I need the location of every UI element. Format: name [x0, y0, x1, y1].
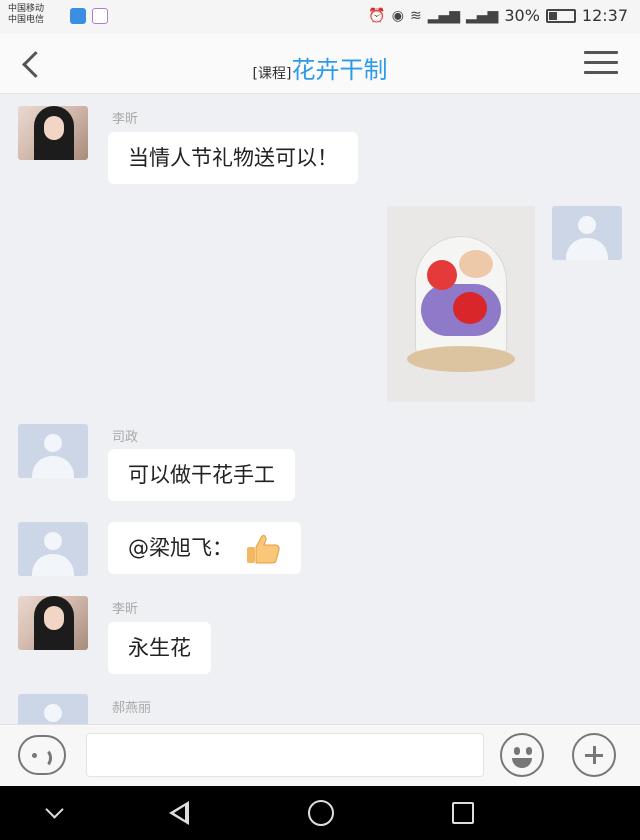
avatar[interactable] [18, 596, 88, 650]
message-bubble[interactable]: 可以做干花手工 [108, 449, 295, 501]
plus-icon[interactable] [572, 733, 616, 777]
carrier-1: 中国移动 [8, 4, 45, 14]
eye-icon: ◉ [391, 7, 404, 24]
sender-name: 司政 [112, 430, 139, 445]
image-message[interactable] [387, 206, 535, 402]
message-bubble[interactable]: 当情人节礼物送可以！ [108, 132, 358, 184]
page-title: [课程]花卉干制 [0, 50, 640, 85]
carrier-2: 中国电信 [8, 15, 45, 25]
thumbs-up-icon [247, 535, 280, 564]
sender-name: 李昕 [112, 112, 139, 127]
course-tag: [课程] [252, 66, 292, 82]
battery-percent: 30% [504, 6, 540, 25]
message-input-bar [0, 724, 640, 786]
app-icon-purple [92, 8, 108, 24]
hamburger-menu-icon[interactable] [584, 51, 618, 77]
recents-square-icon[interactable] [448, 799, 478, 827]
status-bar: 中国移动 中国电信 ⏰ ◉ ≋ ▂▄▆ ▂▄▆ 30% 12:37 [0, 0, 640, 34]
chat-header: [课程]花卉干制 [0, 34, 640, 94]
message-bubble[interactable]: 永生花 [108, 622, 211, 674]
notification-icons [70, 8, 108, 24]
home-circle-icon[interactable] [306, 799, 336, 827]
signal-icon: ▂▄▆ [466, 7, 499, 24]
wifi-icon: ≋ [409, 7, 422, 24]
avatar[interactable] [18, 424, 88, 478]
avatar[interactable] [18, 106, 88, 160]
alarm-icon: ⏰ [368, 7, 386, 24]
system-nav-bar [0, 786, 640, 840]
voice-icon[interactable] [18, 735, 66, 775]
avatar[interactable] [18, 694, 88, 724]
app-icon-blue [70, 8, 86, 24]
sender-name: 郝燕丽 [112, 701, 152, 716]
signal-icon: ▂▄▆ [427, 7, 461, 24]
chat-list[interactable]: 李昕 当情人节礼物送可以！ 司政 可以做干花手工 @梁旭飞： 李昕 永生花 郝燕… [0, 94, 640, 724]
message-bubble[interactable]: @梁旭飞： [108, 522, 301, 574]
sender-name: 李昕 [112, 602, 139, 617]
back-triangle-icon[interactable] [166, 799, 196, 827]
carrier-info: 中国移动 中国电信 [8, 4, 44, 26]
avatar[interactable] [552, 206, 622, 260]
status-right: ⏰ ◉ ≋ ▂▄▆ ▂▄▆ 30% 12:37 [368, 6, 628, 25]
message-input[interactable] [86, 733, 484, 777]
clock: 12:37 [581, 6, 628, 25]
title-text: 花卉干制 [291, 56, 388, 84]
mention-text: @梁旭飞： [128, 536, 233, 560]
smiley-icon[interactable] [500, 733, 544, 777]
chevron-down-icon[interactable] [40, 799, 70, 827]
avatar[interactable] [18, 522, 88, 576]
battery-icon [545, 8, 576, 23]
